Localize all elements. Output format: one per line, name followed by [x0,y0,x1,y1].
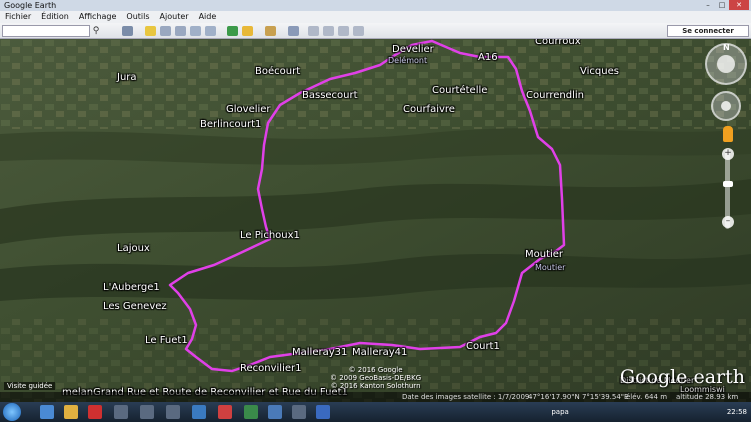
app-icon-8[interactable] [292,405,306,419]
explorer-icon[interactable] [64,405,78,419]
label-malleray41[interactable]: Malleray41 [352,347,407,358]
app-icon-7[interactable] [268,405,282,419]
menu-ajouter[interactable]: Ajouter [155,11,194,23]
overlay-icon[interactable] [190,26,201,36]
app-icon-3[interactable] [166,405,180,419]
coordinates: 47°16'17.90"N 7°15'39.54"E [528,393,629,401]
label-courfaivre[interactable]: Courfaivre [403,104,455,115]
compass-ring-icon[interactable] [717,55,735,73]
label-les-genevez[interactable]: Les Genevez [103,301,167,312]
google-earth-logo: Google earth [619,366,745,388]
ruler-icon[interactable] [288,26,299,36]
label-lajoux[interactable]: Lajoux [117,243,150,254]
google-earth-task-icon[interactable] [316,405,330,419]
title-bar: Google Earth – □ ✕ [0,0,751,11]
compass-control[interactable]: N [705,43,747,85]
menu-fichier[interactable]: Fichier [0,11,36,23]
email-icon[interactable] [308,26,319,36]
planets-icon[interactable] [265,26,276,36]
window-title: Google Earth [4,1,57,10]
menu-aide[interactable]: Aide [194,11,222,23]
zoom-out-button[interactable]: – [722,216,734,228]
tour-icon[interactable] [205,26,216,36]
historical-imagery-icon[interactable] [227,26,238,36]
placemark-icon[interactable] [145,26,156,36]
menu-outils[interactable]: Outils [121,11,154,23]
label-bassecourt[interactable]: Bassecourt [302,90,358,101]
label-a16[interactable]: A16 [478,52,498,63]
elevation: élév. 644 m [626,393,668,401]
clock[interactable]: 22:58 [727,408,747,416]
close-button[interactable]: ✕ [729,0,749,10]
guided-tour-button[interactable]: Visite guidée [4,382,56,390]
path-icon[interactable] [175,26,186,36]
label-le-pichoux[interactable]: Le Pichoux1 [240,230,300,241]
app-icon-6[interactable] [244,405,258,419]
label-moutier-area[interactable]: Moutier [535,263,565,272]
label-courrendlin[interactable]: Courrendlin [526,90,584,101]
system-tray: papa 22:58 [551,402,747,422]
label-reconvilier[interactable]: Reconvilier1 [240,363,301,374]
pan-center-icon[interactable] [721,101,731,111]
app-icon-1[interactable] [114,405,128,419]
label-boecourt[interactable]: Boécourt [255,66,300,77]
image-date: Date des images satellite : 1/7/2009 [402,393,530,401]
ie-icon[interactable] [40,405,54,419]
label-lauberge[interactable]: L'Auberge1 [103,282,160,293]
connect-button[interactable]: Se connecter [667,25,749,37]
user-name[interactable]: papa [551,408,568,416]
print-icon[interactable] [323,26,334,36]
label-delemont[interactable]: Delémont [388,56,427,65]
app-icon-4[interactable] [192,405,206,419]
app-icon-2[interactable] [140,405,154,419]
sidebar-toggle-icon[interactable] [122,26,133,36]
status-bar: Date des images satellite : 1/7/2009 47°… [0,392,751,402]
label-courroux[interactable]: Courroux [535,39,581,47]
label-court[interactable]: Court1 [466,341,500,352]
pan-control[interactable] [711,91,741,121]
windows-taskbar: papa 22:58 [0,402,751,422]
zoom-slider-knob[interactable] [723,181,733,187]
sun-icon[interactable] [242,26,253,36]
copyright-geobasis: © 2009 GeoBasis-DE/BKG [330,374,422,382]
search-icon[interactable]: ⚲ [90,25,102,37]
label-develier[interactable]: Develier [392,44,434,55]
polygon-icon[interactable] [160,26,171,36]
menu-affichage[interactable]: Affichage [74,11,122,23]
zoom-in-button[interactable]: + [722,148,734,160]
label-le-fuet[interactable]: Le Fuet1 [145,335,188,346]
search-input[interactable] [2,25,90,37]
copyright-google: © 2016 Google [348,366,403,374]
window-controls: – □ ✕ [701,0,749,10]
label-courtetelle[interactable]: Courtételle [432,85,487,96]
google-earth-window: Google Earth – □ ✕ Fichier Édition Affic… [0,0,751,422]
label-jura[interactable]: Jura [117,72,137,83]
app-icon-5[interactable] [218,405,232,419]
start-button[interactable] [3,403,21,421]
save-image-icon[interactable] [353,26,364,36]
menu-bar: Fichier Édition Affichage Outils Ajouter… [0,11,751,23]
label-glovelier[interactable]: Glovelier [226,104,271,115]
minimize-button[interactable]: – [701,0,715,10]
street-view-pegman-icon[interactable] [723,126,733,142]
label-moutier[interactable]: Moutier [525,249,563,260]
label-berlincourt[interactable]: Berlincourt1 [200,119,261,130]
copyright-notice: © 2016 Google © 2009 GeoBasis-DE/BKG © 2… [330,366,421,390]
maps-icon[interactable] [338,26,349,36]
north-icon[interactable]: N [723,43,730,52]
copyright-kanton: © 2016 Kanton Solothurn [330,382,421,390]
media-player-icon[interactable] [88,405,102,419]
label-vicques[interactable]: Vicques [580,66,619,77]
menu-edition[interactable]: Édition [36,11,74,23]
toolbar: ⚲ Se connecter [0,23,751,39]
label-malleray31[interactable]: Malleray31 [292,347,347,358]
maximize-button[interactable]: □ [715,0,729,10]
map-view[interactable]: Courroux Develier Delémont A16 Vicques J… [0,39,751,402]
eye-altitude: altitude 28.93 km [676,393,739,401]
